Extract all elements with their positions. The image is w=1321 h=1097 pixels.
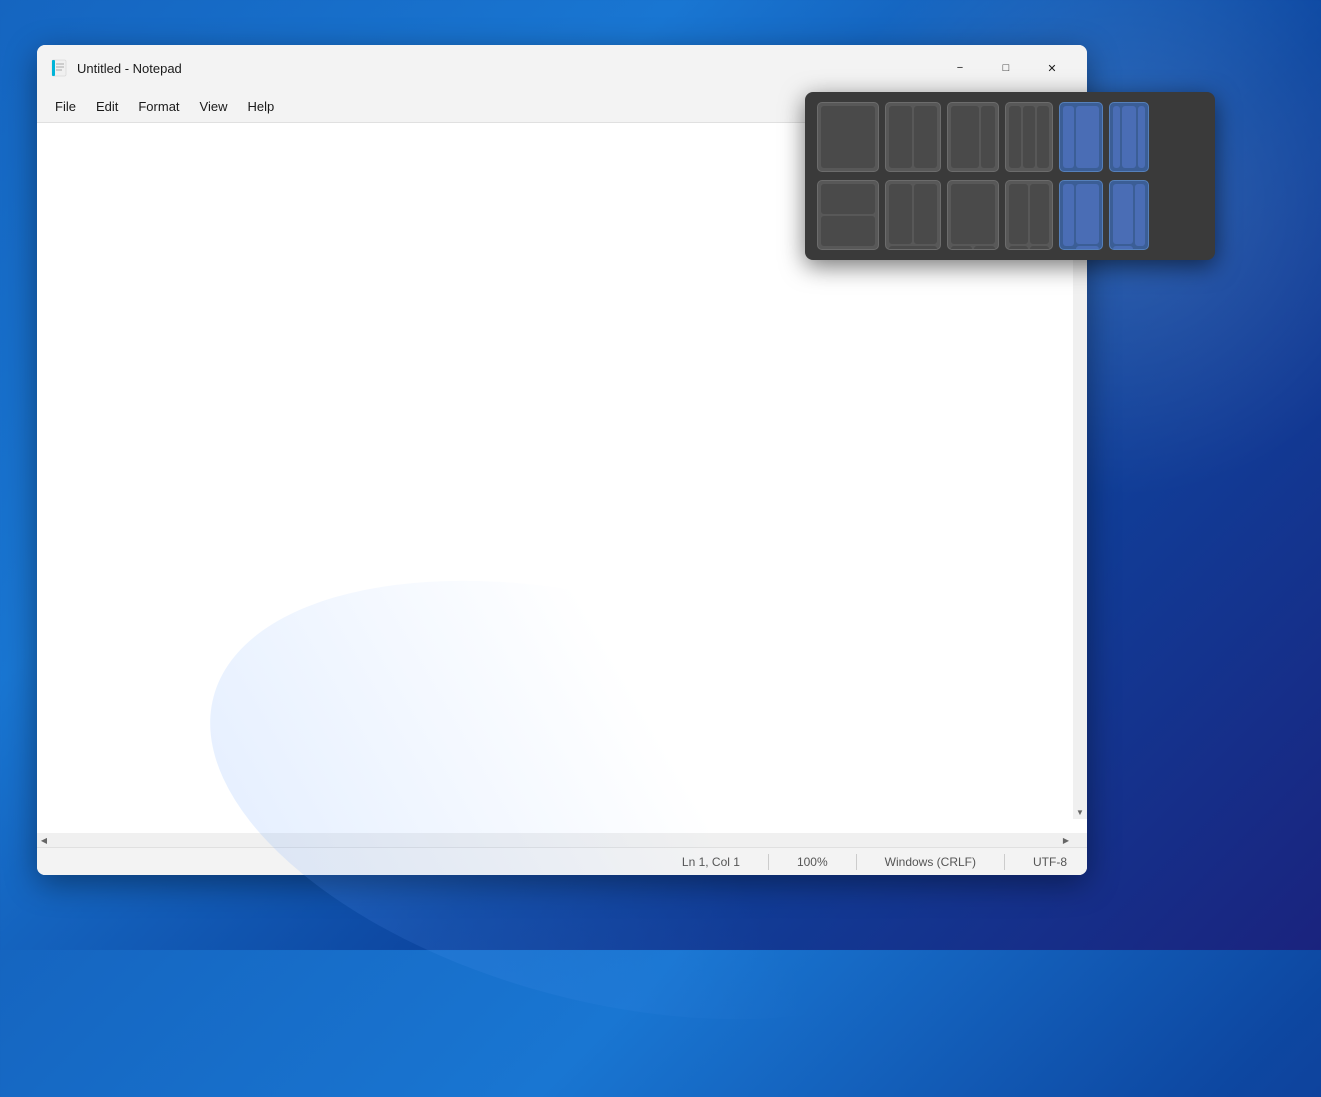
snap-layout-2[interactable] <box>885 102 941 172</box>
snap-pane-3-1 <box>951 106 979 168</box>
status-divider-3 <box>1004 854 1005 870</box>
menu-edit[interactable]: Edit <box>86 95 128 118</box>
title-bar: Untitled - Notepad − □ ✕ <box>37 45 1087 91</box>
snap-pane-8-1 <box>889 184 912 244</box>
snap-layout-10[interactable] <box>1005 180 1053 250</box>
scrollbar-horizontal-row: ◀ ▶ <box>37 833 1087 847</box>
snap-layout-9-bottom <box>951 246 995 250</box>
snap-pane-9-1 <box>951 184 995 244</box>
snap-pane-4-2 <box>1023 106 1035 168</box>
status-zoom: 100% <box>789 853 836 871</box>
snap-layout-12-left <box>1113 184 1133 246</box>
snap-pane-10-1 <box>1009 184 1028 244</box>
snap-layout-5[interactable] <box>1059 102 1103 172</box>
menu-format[interactable]: Format <box>128 95 189 118</box>
snap-pane-6-3 <box>1138 106 1145 168</box>
status-line-ending: Windows (CRLF) <box>877 853 984 871</box>
snap-pane-7-1 <box>821 184 875 214</box>
snap-pane-7-2 <box>821 216 875 246</box>
snap-pane-2-2 <box>914 106 937 168</box>
snap-pane-6-2 <box>1122 106 1136 168</box>
status-bar: Ln 1, Col 1 100% Windows (CRLF) UTF-8 <box>37 847 1087 875</box>
status-encoding: UTF-8 <box>1025 853 1075 871</box>
snap-pane-5-1 <box>1063 106 1074 168</box>
snap-layout-9[interactable] <box>947 180 999 250</box>
snap-pane-9-3 <box>974 246 995 250</box>
snap-pane-6-1 <box>1113 106 1120 168</box>
snap-layout-8[interactable] <box>885 180 941 250</box>
snap-layout-10-bottom <box>1009 246 1049 250</box>
snap-pane-1-1 <box>821 106 875 168</box>
snap-pane-12-2 <box>1113 246 1133 250</box>
snap-layout-8-top <box>889 184 937 244</box>
status-divider-2 <box>856 854 857 870</box>
snap-pane-10-3 <box>1009 246 1028 250</box>
snap-pane-11-1 <box>1063 184 1074 246</box>
snap-pane-11-2 <box>1076 184 1099 244</box>
snap-pane-2-1 <box>889 106 912 168</box>
snap-pane-5-2 <box>1076 106 1099 168</box>
status-position: Ln 1, Col 1 <box>674 853 748 871</box>
window-controls: − □ ✕ <box>937 52 1075 84</box>
snap-pane-4-3 <box>1037 106 1049 168</box>
snap-pane-11-3 <box>1076 246 1099 250</box>
snap-pane-8-2 <box>914 184 937 244</box>
window-title: Untitled - Notepad <box>77 61 937 76</box>
snap-pane-8-3 <box>889 246 937 250</box>
menu-file[interactable]: File <box>45 95 86 118</box>
snap-layout-3[interactable] <box>947 102 999 172</box>
snap-pane-12-1 <box>1113 184 1133 244</box>
scroll-corner <box>1073 833 1087 847</box>
snap-pane-12-3 <box>1135 184 1145 246</box>
scrollbar-track-h <box>51 835 1059 845</box>
snap-row-1 <box>817 102 1203 172</box>
snap-layout-12[interactable] <box>1109 180 1149 250</box>
snap-pane-4-1 <box>1009 106 1021 168</box>
snap-layout-10-top <box>1009 184 1049 244</box>
menu-view[interactable]: View <box>190 95 238 118</box>
status-divider-1 <box>768 854 769 870</box>
snap-layout-6[interactable] <box>1109 102 1149 172</box>
snap-pane-10-4 <box>1030 246 1049 250</box>
minimize-button[interactable]: − <box>937 52 983 84</box>
snap-pane-10-2 <box>1030 184 1049 244</box>
snap-pane-3-2 <box>981 106 995 168</box>
snap-layout-11[interactable] <box>1059 180 1103 250</box>
snap-layout-11-right <box>1076 184 1099 246</box>
snap-row-2 <box>817 180 1203 250</box>
snap-pane-9-2 <box>951 246 972 250</box>
notepad-icon <box>49 58 69 78</box>
scroll-right-arrow[interactable]: ▶ <box>1059 833 1073 847</box>
close-button[interactable]: ✕ <box>1029 52 1075 84</box>
menu-help[interactable]: Help <box>237 95 284 118</box>
snap-layouts-panel <box>805 92 1215 260</box>
snap-layout-7[interactable] <box>817 180 879 250</box>
snap-layout-4[interactable] <box>1005 102 1053 172</box>
snap-layout-1[interactable] <box>817 102 879 172</box>
scroll-left-arrow[interactable]: ◀ <box>37 833 51 847</box>
maximize-button[interactable]: □ <box>983 52 1029 84</box>
scroll-down-arrow[interactable]: ▼ <box>1073 805 1087 819</box>
